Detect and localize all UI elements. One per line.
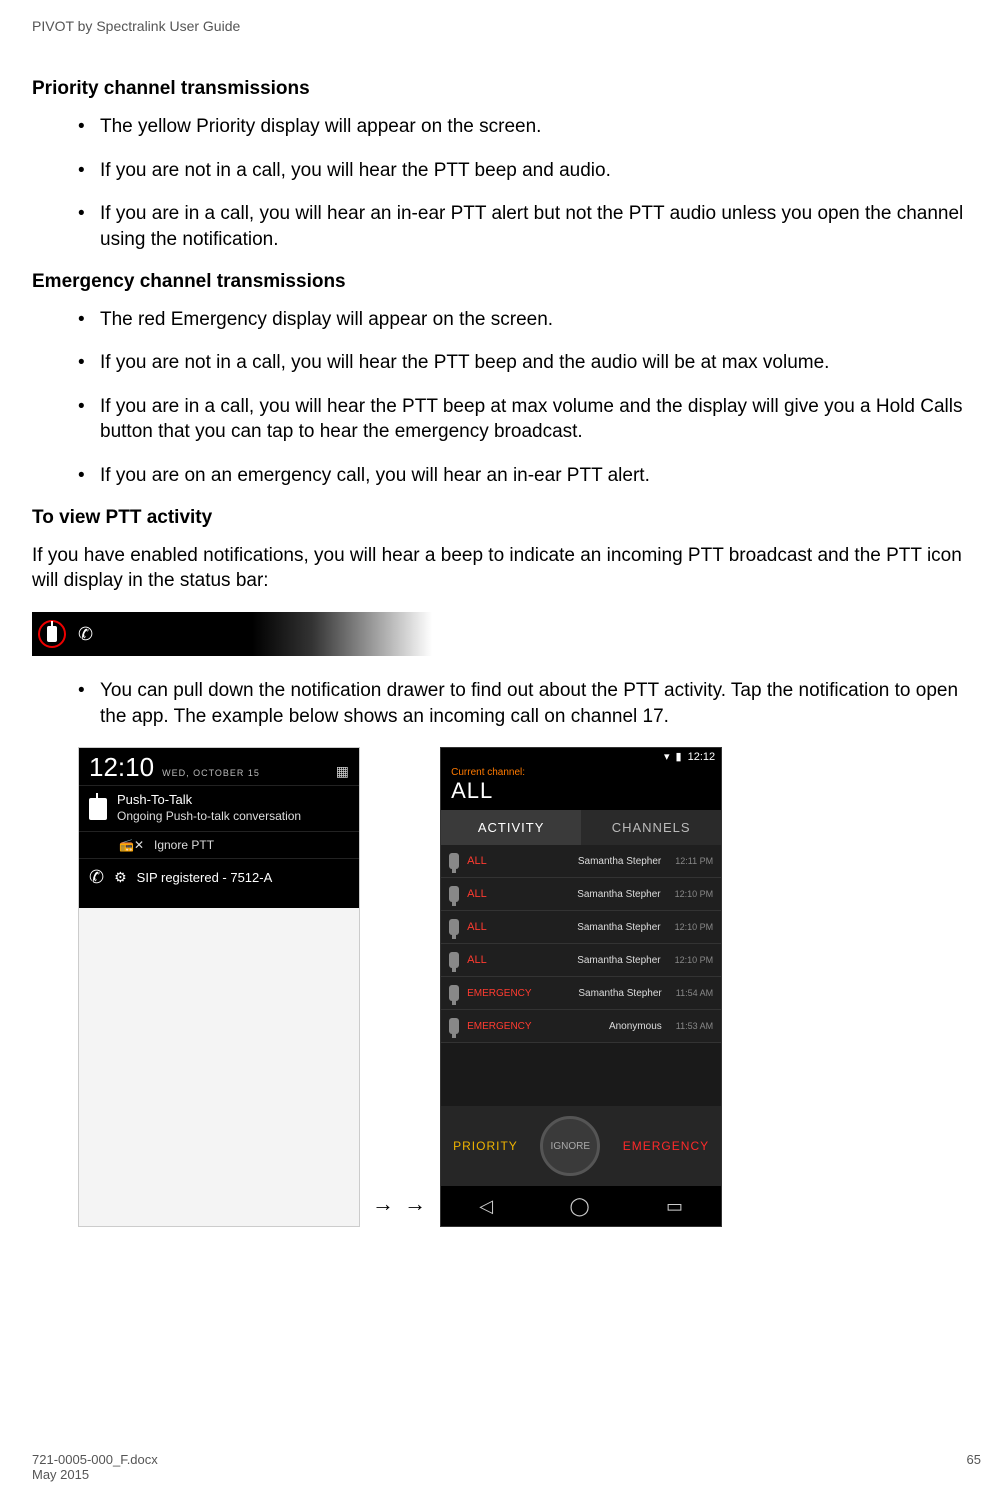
caller-name: Samantha Stepher bbox=[531, 922, 660, 933]
channel-name: EMERGENCY bbox=[467, 988, 523, 999]
timestamp: 11:54 AM bbox=[676, 988, 713, 998]
timestamp: 12:10 PM bbox=[675, 955, 714, 965]
list-priority: The yellow Priority display will appear … bbox=[32, 114, 981, 253]
activity-row[interactable]: ALL Samantha Stepher 12:10 PM bbox=[441, 944, 721, 977]
timestamp: 11:53 AM bbox=[676, 1021, 713, 1031]
activity-row[interactable]: EMERGENCY Anonymous 11:53 AM bbox=[441, 1010, 721, 1043]
mic-icon bbox=[449, 886, 459, 902]
list-item: If you are not in a call, you will hear … bbox=[78, 158, 981, 184]
list-item: If you are not in a call, you will hear … bbox=[78, 350, 981, 376]
arrow-separator: → → bbox=[372, 1191, 428, 1227]
header-guide-title: PIVOT by Spectralink User Guide bbox=[32, 18, 981, 34]
recents-icon[interactable]: ▭ bbox=[666, 1196, 683, 1217]
channel-name: ALL bbox=[467, 888, 523, 900]
drawer-time: 12:10 bbox=[89, 752, 154, 783]
notif-title: Push-To-Talk bbox=[117, 792, 301, 809]
ignore-button[interactable]: IGNORE bbox=[540, 1116, 600, 1176]
gear-icon: ⚙ bbox=[114, 869, 127, 886]
notification-ptt[interactable]: Push-To-Talk Ongoing Push-to-talk conver… bbox=[79, 785, 359, 830]
heading-view-ptt: To view PTT activity bbox=[32, 507, 981, 529]
footer-date: May 2015 bbox=[32, 1467, 158, 1482]
list-item: The yellow Priority display will appear … bbox=[78, 114, 981, 140]
caller-name: Samantha Stepher bbox=[531, 856, 661, 867]
mic-icon bbox=[449, 1018, 459, 1034]
activity-list: ALL Samantha Stepher 12:11 PM ALL Samant… bbox=[441, 845, 721, 1106]
phone-icon: ✆ bbox=[78, 624, 93, 645]
notification-ignore-ptt[interactable]: 📻✕ Ignore PTT bbox=[79, 831, 359, 858]
android-nav-bar: ◁ ◯ ▭ bbox=[441, 1186, 721, 1226]
ignore-icon: 📻✕ bbox=[119, 838, 144, 852]
drawer-date: WED, OCTOBER 15 bbox=[162, 768, 260, 778]
tab-activity[interactable]: ACTIVITY bbox=[441, 810, 581, 845]
channel-name: ALL bbox=[467, 921, 523, 933]
caller-name: Samantha Stepher bbox=[531, 955, 660, 966]
footer-docx: 721-0005-000_F.docx bbox=[32, 1452, 158, 1467]
paragraph-view-intro: If you have enabled notifications, you w… bbox=[32, 543, 981, 594]
mic-icon bbox=[449, 952, 459, 968]
activity-row[interactable]: ALL Samantha Stepher 12:11 PM bbox=[441, 845, 721, 878]
screenshot-ptt-app: ▾ ▮ 12:12 Current channel: ALL ACTIVITY … bbox=[440, 747, 722, 1227]
caller-name: Samantha Stepher bbox=[531, 889, 660, 900]
priority-button[interactable]: PRIORITY bbox=[453, 1139, 518, 1153]
home-icon[interactable]: ◯ bbox=[569, 1196, 589, 1217]
list-item: If you are on an emergency call, you wil… bbox=[78, 463, 981, 489]
status-time: 12:12 bbox=[688, 751, 716, 763]
wifi-icon: ▾ bbox=[664, 750, 670, 763]
channel-name: ALL bbox=[467, 855, 523, 867]
timestamp: 12:11 PM bbox=[675, 856, 713, 866]
ptt-icon-circled bbox=[38, 620, 66, 648]
radio-icon bbox=[47, 626, 57, 642]
timestamp: 12:10 PM bbox=[675, 889, 714, 899]
ignore-label: Ignore PTT bbox=[154, 838, 214, 852]
caller-name: Samantha Stepher bbox=[531, 988, 662, 999]
tab-channels[interactable]: CHANNELS bbox=[581, 810, 721, 845]
heading-priority: Priority channel transmissions bbox=[32, 78, 981, 100]
channel-name: ALL bbox=[467, 954, 523, 966]
status-bar: ▾ ▮ 12:12 bbox=[441, 748, 721, 765]
mic-icon bbox=[449, 919, 459, 935]
current-channel-value: ALL bbox=[451, 778, 711, 804]
caller-name: Anonymous bbox=[531, 1021, 662, 1032]
footer-page-number: 65 bbox=[967, 1452, 981, 1482]
emergency-button[interactable]: EMERGENCY bbox=[623, 1139, 709, 1153]
activity-row[interactable]: ALL Samantha Stepher 12:10 PM bbox=[441, 911, 721, 944]
notification-sip[interactable]: ✆ ⚙ SIP registered - 7512-A bbox=[79, 858, 359, 896]
list-emergency: The red Emergency display will appear on… bbox=[32, 307, 981, 489]
back-icon[interactable]: ◁ bbox=[479, 1196, 493, 1217]
mic-icon bbox=[449, 985, 459, 1001]
sip-text: SIP registered - 7512-A bbox=[137, 870, 273, 885]
activity-row[interactable]: ALL Samantha Stepher 12:10 PM bbox=[441, 878, 721, 911]
phone-icon: ✆ bbox=[89, 867, 104, 888]
list-item: If you are in a call, you will hear the … bbox=[78, 394, 981, 445]
quick-settings-icon: ▦ bbox=[336, 763, 349, 780]
page-footer: 721-0005-000_F.docx May 2015 65 bbox=[32, 1452, 981, 1482]
screenshot-row: 12:10 WED, OCTOBER 15 ▦ Push-To-Talk Ong… bbox=[78, 747, 981, 1227]
activity-row[interactable]: EMERGENCY Samantha Stepher 11:54 AM bbox=[441, 977, 721, 1010]
screenshot-status-bar: ✆ bbox=[32, 612, 432, 656]
list-item: You can pull down the notification drawe… bbox=[78, 678, 981, 729]
current-channel-label: Current channel: bbox=[451, 767, 711, 778]
list-item: The red Emergency display will appear on… bbox=[78, 307, 981, 333]
battery-icon: ▮ bbox=[676, 750, 682, 763]
screenshot-notification-drawer: 12:10 WED, OCTOBER 15 ▦ Push-To-Talk Ong… bbox=[78, 747, 360, 1227]
radio-icon bbox=[89, 798, 107, 820]
list-item: If you are in a call, you will hear an i… bbox=[78, 201, 981, 252]
channel-name: EMERGENCY bbox=[467, 1021, 523, 1032]
heading-emergency: Emergency channel transmissions bbox=[32, 271, 981, 293]
mic-icon bbox=[449, 853, 459, 869]
list-view: You can pull down the notification drawe… bbox=[32, 678, 981, 729]
notif-body: Ongoing Push-to-talk conversation bbox=[117, 809, 301, 825]
timestamp: 12:10 PM bbox=[675, 922, 714, 932]
